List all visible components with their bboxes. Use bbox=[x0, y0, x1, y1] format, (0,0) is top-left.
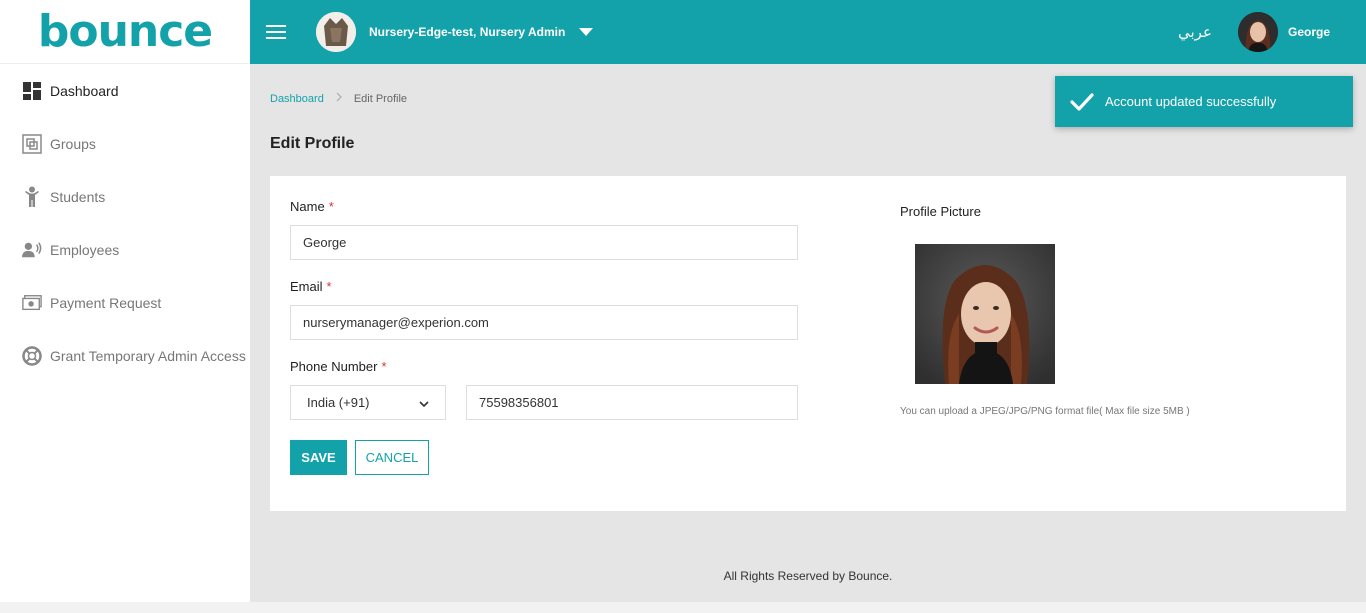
edit-profile-card: Name* Email* Phone Number* India (+91) S… bbox=[270, 176, 1346, 511]
sidebar-item-label: Payment Request bbox=[50, 294, 162, 311]
toast-message: Account updated successfully bbox=[1105, 94, 1277, 109]
breadcrumb: Dashboard Edit Profile bbox=[270, 92, 407, 105]
name-label-text: Name bbox=[290, 199, 325, 214]
page-title: Edit Profile bbox=[270, 135, 355, 152]
profile-picture-label: Profile Picture bbox=[900, 204, 981, 219]
user-name[interactable]: George bbox=[1288, 25, 1330, 39]
email-label: Email * bbox=[290, 279, 332, 294]
sidebar-item-payment-request[interactable]: Payment Request bbox=[0, 276, 250, 329]
employees-icon bbox=[22, 240, 42, 260]
required-mark: * bbox=[381, 359, 387, 374]
main-content: Dashboard Edit Profile Edit Profile Name… bbox=[250, 64, 1366, 602]
bottom-strip bbox=[0, 602, 1366, 613]
chevron-down-icon bbox=[419, 395, 429, 410]
avatar[interactable] bbox=[1238, 12, 1278, 52]
check-icon bbox=[1069, 89, 1095, 115]
bounce-logo[interactable]: bounce bbox=[38, 9, 213, 54]
org-avatar[interactable] bbox=[316, 12, 356, 52]
user-photo bbox=[1238, 12, 1278, 52]
country-code-value: India (+91) bbox=[307, 395, 370, 410]
lifebuoy-icon bbox=[22, 345, 42, 366]
chevron-right-icon bbox=[336, 92, 342, 105]
phone-number-field[interactable] bbox=[466, 385, 798, 420]
phone-label-text: Phone Number bbox=[290, 359, 378, 374]
sidebar-item-label: Dashboard bbox=[50, 82, 119, 99]
top-bar: Nursery-Edge-test, Nursery Admin عربي Ge… bbox=[250, 0, 1366, 64]
sidebar-item-groups[interactable]: Groups bbox=[0, 117, 250, 170]
sidebar-nav: Dashboard Groups Students Employees Paym… bbox=[0, 64, 250, 382]
profile-picture[interactable] bbox=[915, 244, 1055, 384]
profile-photo bbox=[915, 244, 1055, 384]
payment-icon bbox=[22, 293, 42, 313]
sidebar-item-label: Students bbox=[50, 188, 106, 205]
sidebar-item-employees[interactable]: Employees bbox=[0, 223, 250, 276]
dashboard-icon bbox=[22, 81, 42, 101]
sidebar-item-label: Groups bbox=[50, 135, 96, 152]
sidebar-item-students[interactable]: Students bbox=[0, 170, 250, 223]
name-label: Name * bbox=[290, 199, 334, 214]
menu-toggle-icon[interactable] bbox=[266, 25, 286, 39]
sidebar-item-grant-admin-access[interactable]: Grant Temporary Admin Access bbox=[0, 329, 250, 382]
sidebar-item-dashboard[interactable]: Dashboard bbox=[0, 64, 250, 117]
breadcrumb-dashboard-link[interactable]: Dashboard bbox=[270, 93, 324, 105]
country-code-select[interactable]: India (+91) bbox=[290, 385, 446, 420]
org-name[interactable]: Nursery-Edge-test, Nursery Admin bbox=[369, 25, 565, 39]
breadcrumb-current: Edit Profile bbox=[353, 92, 408, 105]
name-field[interactable] bbox=[290, 225, 798, 260]
language-switch[interactable]: عربي bbox=[1178, 23, 1212, 41]
footer-text: All Rights Reserved by Bounce. bbox=[723, 569, 893, 583]
sidebar-item-label: Employees bbox=[50, 241, 120, 258]
cancel-button[interactable]: CANCEL bbox=[355, 440, 429, 475]
required-mark: * bbox=[326, 279, 332, 294]
groups-icon bbox=[22, 133, 42, 154]
chevron-down-icon[interactable] bbox=[579, 28, 594, 36]
upload-help-text: You can upload a JPEG/JPG/PNG format fil… bbox=[900, 406, 1190, 417]
required-mark: * bbox=[328, 199, 334, 214]
email-label-text: Email bbox=[290, 279, 323, 294]
email-field[interactable] bbox=[290, 305, 798, 340]
student-icon bbox=[22, 186, 42, 207]
org-photo bbox=[316, 12, 356, 52]
phone-label: Phone Number * bbox=[290, 359, 387, 374]
success-toast[interactable]: Account updated successfully bbox=[1055, 76, 1353, 127]
logo-area: bounce bbox=[0, 0, 250, 64]
sidebar: bounce Dashboard Groups Students Employe… bbox=[0, 0, 250, 613]
sidebar-item-label: Grant Temporary Admin Access bbox=[50, 347, 246, 364]
save-button[interactable]: SAVE bbox=[290, 440, 347, 475]
